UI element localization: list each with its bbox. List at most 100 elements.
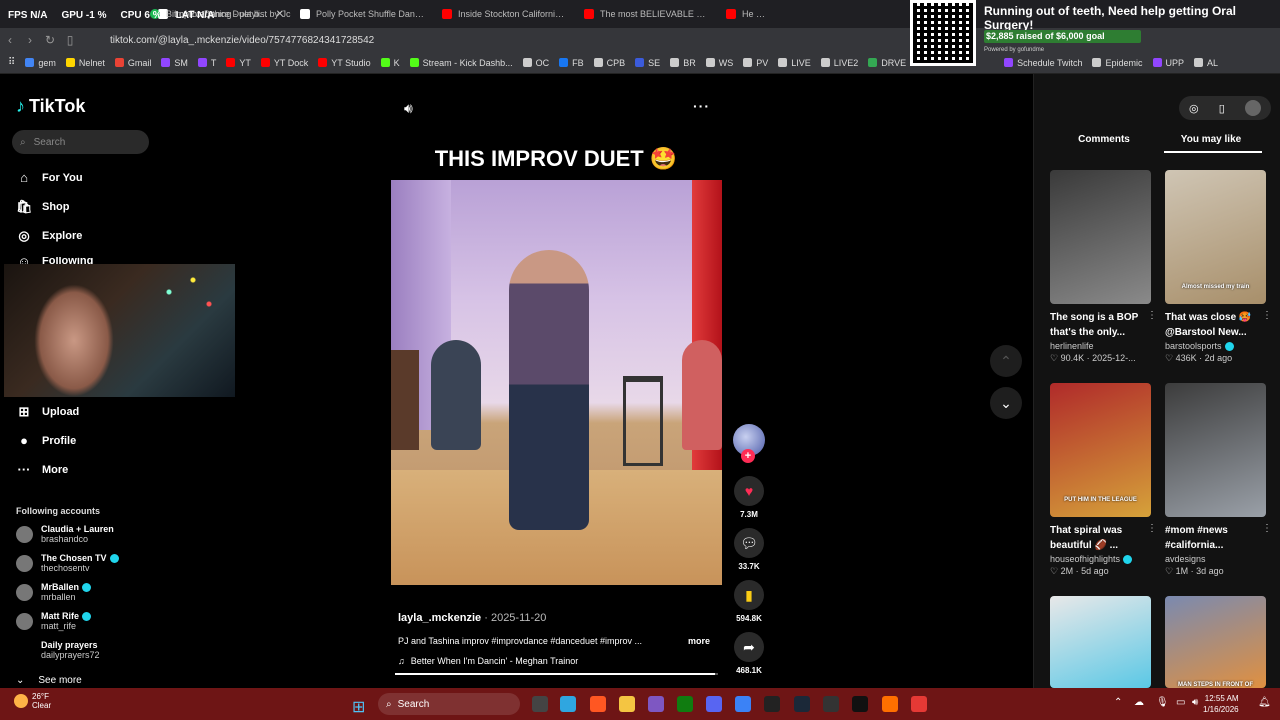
video-thumbnail[interactable]: Almost missed my train	[1165, 170, 1266, 304]
bookmark-item[interactable]: PV	[743, 58, 768, 68]
bookmark-item[interactable]: Nelnet	[65, 58, 105, 68]
account-item[interactable]: Claudia + Lauren brashandco	[16, 524, 114, 544]
bookmark-item[interactable]: WS	[705, 58, 733, 68]
tab-comments[interactable]: Comments	[1054, 134, 1154, 151]
bookmark-item[interactable]: Stream - Kick Dashb...	[409, 58, 513, 68]
video-thumbnail[interactable]: PUT HIM IN THE LEAGUE	[1050, 383, 1151, 517]
brave-icon[interactable]	[590, 696, 606, 712]
app-icon[interactable]	[882, 696, 898, 712]
bookmark-item[interactable]: BR	[670, 58, 696, 68]
url-field[interactable]: tiktok.com/@layla_.mckenzie/video/757477…	[110, 35, 374, 46]
app-icon[interactable]	[648, 696, 664, 712]
nav-more[interactable]: ··· More	[16, 462, 69, 477]
cloud-icon[interactable]: ☁	[1134, 697, 1144, 708]
tab-3[interactable]: Inside Stockton California's Mo	[434, 0, 576, 28]
windows-start-icon[interactable]: ⊞	[352, 697, 365, 717]
taskbar-search[interactable]: ⌕ Search	[378, 693, 520, 715]
apps-icon[interactable]: ⠿	[8, 57, 15, 68]
account-item[interactable]: Daily prayers dailyprayers72	[16, 640, 100, 660]
card-menu-icon[interactable]: ⋮	[1147, 523, 1157, 534]
device-icon[interactable]: ▯	[1219, 102, 1225, 115]
network-icon[interactable]: ▭	[1176, 697, 1185, 708]
video-card[interactable]: PUT HIM IN THE LEAGUE That spiral was bea…	[1050, 383, 1157, 577]
tab-you-may-like[interactable]: You may like	[1161, 134, 1261, 151]
reload-icon[interactable]: ↻	[40, 33, 60, 47]
xbox-icon[interactable]	[677, 696, 693, 712]
forward-icon[interactable]: ›	[20, 33, 40, 47]
task-view-icon[interactable]	[532, 696, 548, 712]
more-options-icon[interactable]: ···	[693, 98, 710, 114]
account-item[interactable]: MrBallen mrballen	[16, 582, 92, 602]
search-input[interactable]: ⌕ Search	[12, 130, 149, 154]
bookmark-item[interactable]: gem	[25, 58, 56, 68]
bookmark-icon[interactable]: ▯	[60, 33, 80, 47]
tray-chevron-icon[interactable]: ⌃	[1114, 697, 1122, 708]
bookmark-item[interactable]: DRVE	[868, 58, 906, 68]
bookmark-item[interactable]: CPB	[593, 58, 625, 68]
file-explorer-icon[interactable]	[619, 696, 635, 712]
nav-profile[interactable]: ● Profile	[16, 433, 76, 448]
obs-icon[interactable]	[823, 696, 839, 712]
tab-5[interactable]: He Survi	[718, 0, 778, 28]
comment-button[interactable]: 💬︎ 33.7K	[734, 528, 764, 571]
video-card-user[interactable]: herlinenlife	[1050, 341, 1151, 351]
account-item[interactable]: The Chosen TV thechosentv	[16, 553, 119, 573]
video-thumbnail[interactable]	[1050, 170, 1151, 304]
previous-video-button[interactable]: ⌃	[990, 345, 1022, 377]
next-video-button[interactable]: ⌄	[990, 387, 1022, 419]
nav-for-you[interactable]: ⌂ For You	[16, 170, 82, 185]
video-card-user[interactable]: houseofhighlights	[1050, 554, 1151, 565]
back-icon[interactable]: ‹	[0, 33, 20, 47]
video-card[interactable]: #mom #news #california... avdesigns ♡ 1M ·…	[1165, 383, 1272, 577]
more-link[interactable]: more	[688, 636, 710, 646]
app-icon[interactable]	[764, 696, 780, 712]
video-card[interactable]: The song is a BOP that's the only... herl…	[1050, 170, 1157, 364]
tiktok-logo[interactable]: ♪ TikTok	[16, 96, 85, 117]
app-icon[interactable]	[911, 696, 927, 712]
speaker-icon[interactable]: 🔊︎	[1192, 697, 1198, 708]
save-button[interactable]: ▮ 594.8K	[734, 580, 764, 623]
bookmark-item[interactable]: SM	[161, 58, 188, 68]
video-progress-bar[interactable]	[395, 673, 718, 675]
video-thumbnail[interactable]	[1165, 383, 1266, 517]
bookmark-item[interactable]: YT Studio	[318, 58, 371, 68]
nav-upload[interactable]: ⊞ Upload	[16, 404, 80, 420]
nav-explore[interactable]: ◎ Explore	[16, 228, 82, 244]
video-card[interactable]: Almost missed my train That was close 🥵 @…	[1165, 170, 1272, 364]
tab-4[interactable]: The most BELIEVABLE alien enc	[576, 0, 718, 28]
nav-shop[interactable]: 🛍 Shop	[16, 199, 70, 215]
bookmark-item[interactable]: LIVE2	[820, 58, 858, 68]
bookmark-item[interactable]: K	[380, 58, 400, 68]
follow-plus-icon[interactable]: +	[741, 449, 755, 463]
tab-2[interactable]: Polly Pocket Shuffle Dance Tuto	[292, 0, 434, 28]
video-card-user[interactable]: avdesigns	[1165, 554, 1266, 564]
volume-icon[interactable]: 🔊︎	[404, 100, 413, 117]
bookmark-item[interactable]: YT Dock	[260, 58, 308, 68]
mic-icon[interactable]: 🎙︎	[1156, 697, 1169, 708]
account-item[interactable]: Matt Rife matt_rife	[16, 611, 91, 631]
weather-widget[interactable]: 26°F Clear	[14, 692, 51, 710]
video-thumbnail[interactable]	[1050, 596, 1151, 688]
app-icon[interactable]	[735, 696, 751, 712]
video-author[interactable]: layla_.mckenzie · 2025-11-20	[398, 612, 546, 624]
card-menu-icon[interactable]: ⋮	[1147, 310, 1157, 321]
video-card-user[interactable]: barstoolsports	[1165, 341, 1266, 352]
app-icon[interactable]	[852, 696, 868, 712]
bookmark-item[interactable]: LIVE	[778, 58, 811, 68]
see-more-button[interactable]: ⌄ See more	[16, 675, 82, 686]
user-avatar-icon[interactable]	[1244, 100, 1261, 116]
like-button[interactable]: ♥ 7.3M	[734, 476, 764, 519]
bookmark-item[interactable]: OC	[522, 58, 549, 68]
bookmark-item[interactable]: SE	[635, 58, 660, 68]
music-link[interactable]: ♫ Better When I'm Dancin' - Meghan Traino…	[398, 656, 578, 666]
bookmark-item[interactable]: Gmail	[114, 58, 151, 68]
discord-icon[interactable]	[706, 696, 722, 712]
video-card[interactable]	[1050, 596, 1151, 688]
copilot-icon[interactable]	[560, 696, 576, 712]
compass-icon[interactable]: ◎	[1189, 102, 1199, 115]
clock[interactable]: 12:55 AM 1/16/2026	[1203, 693, 1239, 715]
notification-icon[interactable]: 🔔︎	[1258, 697, 1271, 708]
video-card[interactable]: MAN STEPS IN FRONT OF	[1165, 596, 1266, 688]
steam-icon[interactable]	[794, 696, 810, 712]
bookmark-item[interactable]: T	[197, 58, 216, 68]
